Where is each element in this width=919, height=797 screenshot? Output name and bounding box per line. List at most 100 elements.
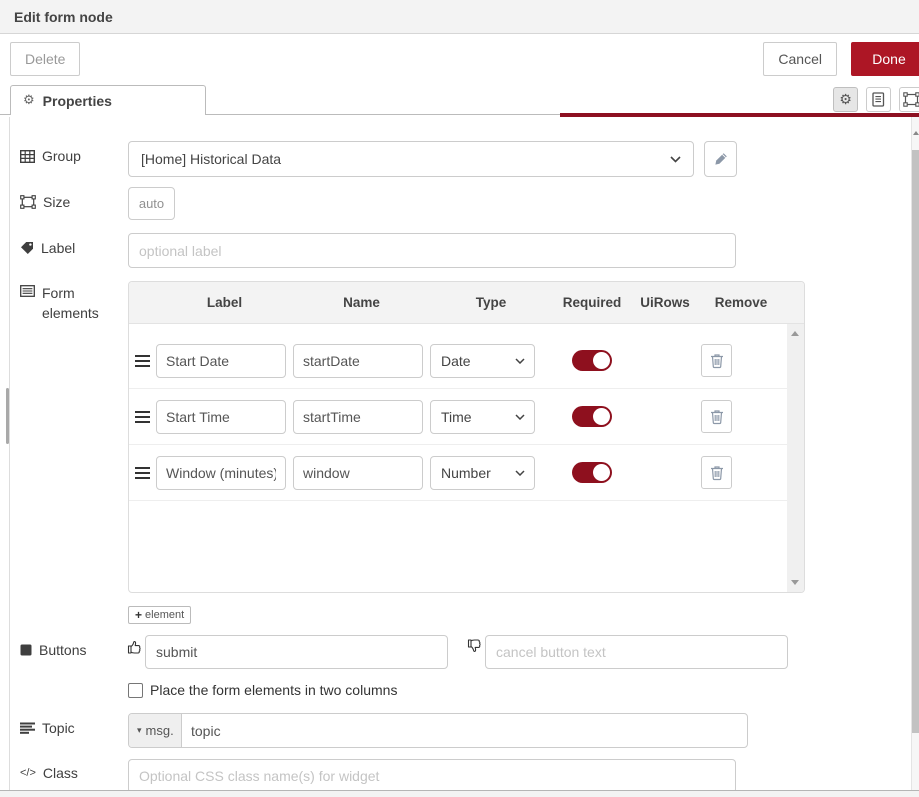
- drag-handle-icon[interactable]: [135, 467, 150, 479]
- add-element-button[interactable]: + element: [128, 606, 191, 624]
- chevron-down-icon: [515, 414, 525, 420]
- page-scrollbar-thumb[interactable]: [912, 150, 919, 733]
- element-name-input[interactable]: [293, 456, 423, 490]
- tray-footer: [0, 790, 919, 797]
- square-icon: [20, 644, 32, 656]
- element-type-select[interactable]: Time: [430, 400, 535, 434]
- thumbs-up-icon: [127, 638, 144, 655]
- size-button[interactable]: auto: [128, 187, 175, 220]
- col-name: Name: [293, 295, 430, 310]
- cancel-button[interactable]: Cancel: [763, 42, 837, 76]
- list-bars-icon: [20, 722, 35, 734]
- tag-icon: [20, 241, 34, 255]
- tab-bar: ⚙ Properties ⚙: [0, 85, 919, 115]
- pencil-icon: [714, 152, 728, 166]
- element-name-input[interactable]: [293, 400, 423, 434]
- col-type: Type: [430, 295, 552, 310]
- topic-prefix-label: msg.: [146, 723, 174, 738]
- dialog-toolbar: Delete Cancel Done: [0, 34, 919, 85]
- remove-element-button[interactable]: [701, 456, 732, 489]
- required-toggle[interactable]: [572, 406, 612, 427]
- caret-down-icon: ▾: [137, 726, 142, 736]
- appearance-icon: [903, 92, 919, 107]
- properties-form: Group [Home] Historical Data Size auto L…: [9, 117, 919, 790]
- properties-tab-button[interactable]: ⚙: [833, 87, 858, 112]
- gear-icon: ⚙: [839, 92, 852, 108]
- table-grid-icon: [20, 150, 35, 163]
- tab-properties[interactable]: ⚙ Properties: [10, 85, 206, 115]
- group-select-value: [Home] Historical Data: [141, 151, 281, 167]
- col-remove: Remove: [698, 295, 784, 310]
- label-input[interactable]: [128, 233, 736, 268]
- element-name-input[interactable]: [293, 344, 423, 378]
- topic-field-label: Topic: [20, 720, 75, 736]
- label-field-label: Label: [20, 240, 75, 256]
- form-elements-header: Label Name Type Required UiRows Remove: [129, 282, 804, 324]
- group-field-label: Group: [20, 148, 81, 164]
- two-columns-checkbox[interactable]: [128, 683, 143, 698]
- form-elements-table: Label Name Type Required UiRows Remove D…: [128, 281, 805, 593]
- gear-icon: ⚙: [23, 93, 35, 108]
- two-columns-label[interactable]: Place the form elements in two columns: [150, 682, 397, 698]
- done-button[interactable]: Done: [851, 42, 919, 76]
- drag-handle-icon[interactable]: [135, 411, 150, 423]
- table-scrollbar[interactable]: [787, 324, 804, 592]
- element-type-select[interactable]: Number: [430, 456, 535, 490]
- code-icon: </>: [20, 767, 36, 779]
- cancel-button-text-input[interactable]: [485, 635, 788, 669]
- required-toggle[interactable]: [572, 350, 612, 371]
- class-input[interactable]: [128, 759, 736, 790]
- form-element-row: Date: [129, 333, 804, 389]
- scroll-down-icon[interactable]: [791, 580, 799, 585]
- red-accent-line: [560, 113, 919, 117]
- trash-icon: [710, 353, 724, 369]
- trash-icon: [710, 409, 724, 425]
- form-elements-label: Form elements: [20, 283, 104, 324]
- remove-element-button[interactable]: [701, 344, 732, 377]
- plus-icon: +: [135, 608, 142, 622]
- required-toggle[interactable]: [572, 462, 612, 483]
- object-group-icon: [20, 195, 36, 209]
- document-icon: [872, 92, 885, 107]
- scroll-up-icon[interactable]: [791, 331, 799, 336]
- dialog-title: Edit form node: [14, 9, 113, 25]
- element-type-value: Time: [441, 409, 472, 425]
- col-uirows: UiRows: [632, 295, 698, 310]
- class-field-label: </> Class: [20, 765, 78, 781]
- topic-typed-input: ▾ msg. topic: [128, 713, 748, 748]
- size-field-label: Size: [20, 194, 70, 210]
- description-tab-button[interactable]: [866, 87, 891, 112]
- group-select[interactable]: [Home] Historical Data: [128, 141, 694, 177]
- element-label-input[interactable]: [156, 456, 286, 490]
- delete-button[interactable]: Delete: [10, 42, 80, 76]
- chevron-down-icon: [670, 156, 681, 163]
- element-type-select[interactable]: Date: [430, 344, 535, 378]
- scroll-up-icon[interactable]: [913, 131, 919, 135]
- submit-button-text-input[interactable]: [145, 635, 448, 669]
- remove-element-button[interactable]: [701, 400, 732, 433]
- appearance-tab-button[interactable]: [899, 87, 919, 112]
- edit-group-button[interactable]: [704, 141, 737, 177]
- form-elements-body: Date Time: [129, 324, 804, 592]
- element-type-value: Date: [441, 353, 471, 369]
- page-scrollbar[interactable]: [911, 117, 919, 790]
- chevron-down-icon: [515, 470, 525, 476]
- drag-handle-icon[interactable]: [135, 355, 150, 367]
- element-label-input[interactable]: [156, 400, 286, 434]
- element-type-value: Number: [441, 465, 491, 481]
- dialog-header: Edit form node: [0, 0, 919, 34]
- tab-properties-label: Properties: [43, 93, 112, 109]
- chevron-down-icon: [515, 358, 525, 364]
- trash-icon: [710, 465, 724, 481]
- col-required: Required: [552, 295, 632, 310]
- col-label: Label: [156, 295, 293, 310]
- tray-resize-handle[interactable]: [6, 388, 9, 444]
- topic-type-selector[interactable]: ▾ msg.: [129, 714, 182, 747]
- topic-value[interactable]: topic: [182, 723, 221, 739]
- buttons-field-label: Buttons: [20, 642, 86, 658]
- element-label-input[interactable]: [156, 344, 286, 378]
- form-element-row: Time: [129, 389, 804, 445]
- thumbs-down-icon: [467, 638, 484, 655]
- list-icon: [20, 285, 35, 297]
- form-element-row: Number: [129, 445, 804, 501]
